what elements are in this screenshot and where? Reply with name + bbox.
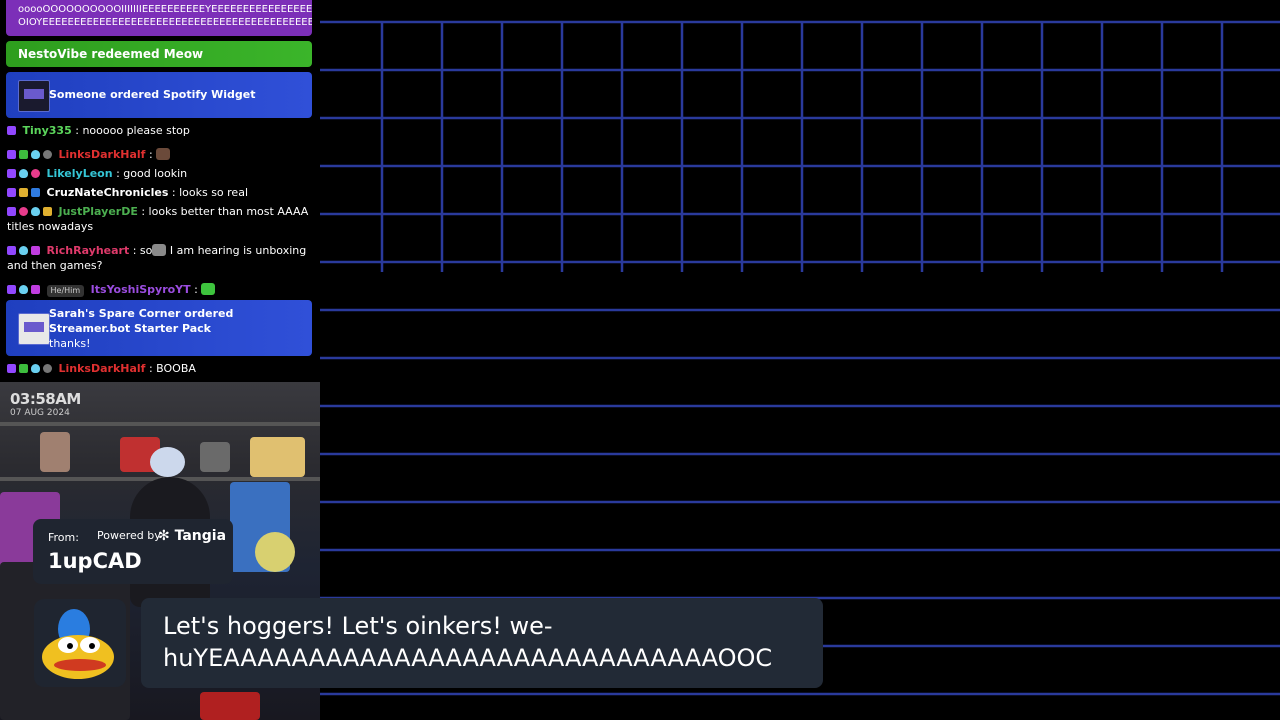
figure: [200, 442, 230, 472]
emote-icon: [156, 148, 171, 160]
chat-username[interactable]: ItsYoshiSpyroYT: [91, 283, 191, 296]
twitch-badge-icon: [7, 246, 16, 255]
figure: [255, 532, 295, 572]
chat-message: He/Him ItsYoshiSpyroYT :: [7, 282, 317, 297]
chat-username[interactable]: RichRayheart: [47, 244, 130, 257]
chat-username[interactable]: LinksDarkHalf: [59, 362, 146, 375]
sub-badge-icon: [43, 364, 52, 373]
chat-text: : looks better than most AAAA titles now…: [7, 205, 309, 233]
chat-text: : nooooo please stop: [75, 124, 190, 137]
twitch-badge-icon: [7, 364, 16, 373]
clock-time: 03:58AM: [10, 390, 81, 408]
product-thumbnail-icon: [18, 313, 50, 345]
chat-overlay: ooooOOOOOOOOOOIIIIIIIEEEEEEEEEEYEEEEEEEE…: [0, 0, 320, 380]
redeem-banner: NestoVibe redeemed Meow: [6, 41, 312, 67]
twitch-badge-icon: [7, 188, 16, 197]
pepe-emote-icon: [42, 609, 114, 679]
pronoun-badge: He/Him: [46, 285, 85, 297]
order-message: thanks!: [49, 337, 91, 350]
verified-badge-icon: [19, 364, 28, 373]
chat-message: Tiny335 : nooooo please stop: [7, 123, 317, 138]
chat-text: :: [194, 283, 198, 296]
chat-text: : looks so real: [171, 186, 248, 199]
sub-badge-icon: [31, 188, 40, 197]
chat-username[interactable]: Tiny335: [23, 124, 72, 137]
verified-badge-icon: [19, 150, 28, 159]
gift-badge-icon: [31, 246, 40, 255]
powered-by-label: Powered by: [97, 529, 161, 542]
chat-text: : so: [132, 244, 153, 257]
order-card-streamerbot: Sarah's Spare Corner ordered Streamer.bo…: [6, 300, 312, 356]
chat-message: RichRayheart : so I am hearing is unboxi…: [7, 243, 317, 273]
emote-icon: [152, 244, 167, 256]
order-card-spotify: Someone ordered Spotify Widget: [6, 72, 312, 118]
twitch-badge-icon: [7, 207, 16, 216]
chat-message: LinksDarkHalf : BOOBA: [7, 361, 317, 376]
donation-message-text: Let's hoggers! Let's oinkers! we- huYEAA…: [163, 612, 773, 672]
twitch-badge-icon: [7, 150, 16, 159]
bits-badge-icon: [19, 188, 28, 197]
twitch-badge-icon: [7, 126, 16, 135]
shield-badge-icon: [31, 207, 40, 216]
chat-message: LinksDarkHalf :: [7, 147, 317, 162]
sub-badge-icon: [43, 150, 52, 159]
figure: [150, 447, 185, 477]
shelf: [0, 422, 320, 426]
chat-message: JustPlayerDE : looks better than most AA…: [7, 204, 317, 234]
shield-badge-icon: [19, 285, 28, 294]
product-thumbnail-icon: [18, 80, 50, 112]
chat-text: : good lookin: [116, 167, 188, 180]
shield-badge-icon: [31, 150, 40, 159]
heart-badge-icon: [19, 207, 28, 216]
chat-username[interactable]: LinksDarkHalf: [59, 148, 146, 161]
clock-date: 07 AUG 2024: [10, 408, 70, 418]
chat-username[interactable]: JustPlayerDE: [59, 205, 138, 218]
banner-line-1: ooooOOOOOOOOOOIIIIIIIEEEEEEEEEEYEEEEEEEE…: [18, 4, 312, 15]
shield-badge-icon: [31, 364, 40, 373]
gift-badge-icon: [31, 285, 40, 294]
chat-text: : BOOBA: [148, 362, 196, 375]
emote-icon: [201, 283, 216, 295]
heart-badge-icon: [31, 169, 40, 178]
donation-message-card: Let's hoggers! Let's oinkers! we- huYEAA…: [141, 598, 823, 688]
chat-username[interactable]: CruzNateChronicles: [47, 186, 169, 199]
shield-badge-icon: [19, 246, 28, 255]
chat-username[interactable]: LikelyLeon: [47, 167, 113, 180]
tangia-icon: ✻: [158, 528, 170, 544]
donor-name: 1upCAD: [48, 549, 142, 573]
chat-text: :: [148, 148, 153, 161]
tangia-logo: ✻ Tangia: [158, 528, 226, 544]
tangia-brand: Tangia: [174, 528, 227, 544]
shield-badge-icon: [19, 169, 28, 178]
chair-logo: [200, 692, 260, 720]
order-title: Someone ordered Spotify Widget: [49, 88, 256, 101]
order-title: Sarah's Spare Corner ordered Streamer.bo…: [49, 307, 234, 335]
donation-avatar-card: [34, 599, 126, 687]
chat-message: CruzNateChronicles : looks so real: [7, 185, 317, 200]
highlight-message-banner: ooooOOOOOOOOOOIIIIIIIEEEEEEEEEEYEEEEEEEE…: [6, 0, 312, 36]
figure: [40, 432, 70, 472]
banner-line-2: OIOYEEEEEEEEEEEEEEEEEEEEEEEEEEEEEEEEEEEE…: [18, 17, 312, 28]
from-label: From:: [48, 531, 79, 544]
figure: [250, 437, 305, 477]
bits-badge-icon: [43, 207, 52, 216]
twitch-badge-icon: [7, 169, 16, 178]
twitch-badge-icon: [7, 285, 16, 294]
chat-message: LikelyLeon : good lookin: [7, 166, 317, 181]
